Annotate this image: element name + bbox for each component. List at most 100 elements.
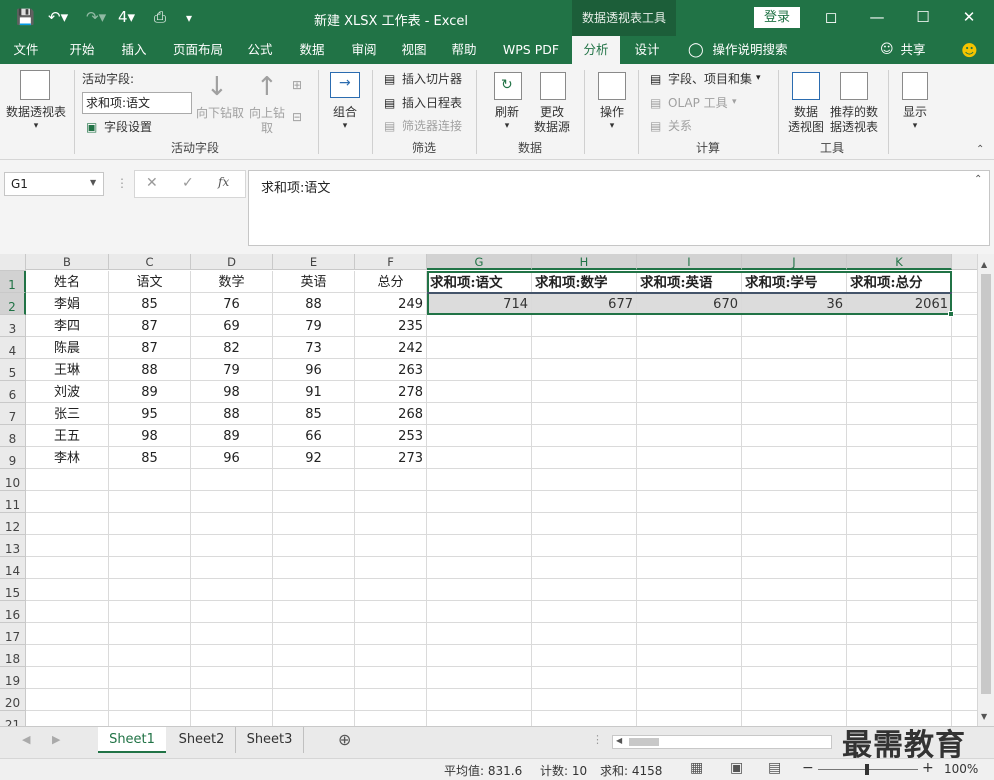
prev-sheet-icon[interactable]: ◀ bbox=[22, 733, 30, 746]
cell[interactable] bbox=[355, 579, 427, 601]
cell[interactable] bbox=[355, 711, 427, 726]
cell[interactable] bbox=[355, 667, 427, 689]
cell[interactable] bbox=[742, 579, 847, 601]
cell[interactable] bbox=[637, 315, 742, 337]
cell[interactable] bbox=[637, 689, 742, 711]
cell[interactable] bbox=[273, 469, 355, 491]
cell[interactable] bbox=[952, 447, 977, 469]
cell[interactable] bbox=[532, 667, 637, 689]
cell[interactable] bbox=[952, 645, 977, 667]
cell[interactable] bbox=[847, 469, 952, 491]
table-cell[interactable]: 87 bbox=[109, 315, 191, 337]
row-header-4[interactable]: 4 bbox=[0, 337, 26, 359]
chevron-down-icon[interactable]: ▾ bbox=[324, 119, 366, 134]
expand-field-icon[interactable]: ⊞ bbox=[292, 78, 302, 92]
table-cell[interactable]: 李四 bbox=[26, 315, 109, 337]
tell-me-search[interactable]: 操作说明搜索 bbox=[708, 36, 792, 64]
cell[interactable] bbox=[952, 579, 977, 601]
cell[interactable] bbox=[637, 667, 742, 689]
cell[interactable] bbox=[273, 689, 355, 711]
table-cell[interactable]: 253 bbox=[355, 425, 427, 447]
row-header-6[interactable]: 6 bbox=[0, 381, 26, 403]
cell[interactable] bbox=[273, 711, 355, 726]
formula-collapse-icon[interactable]: ⌃ bbox=[974, 174, 982, 185]
row-header-2[interactable]: 2 bbox=[0, 293, 26, 315]
table-cell[interactable]: 96 bbox=[273, 359, 355, 381]
cell[interactable] bbox=[637, 403, 742, 425]
cell[interactable] bbox=[532, 403, 637, 425]
fields-items-button[interactable]: 字段、项目和集 bbox=[668, 72, 752, 87]
sheet-tab-3[interactable]: Sheet3 bbox=[236, 727, 304, 753]
cell[interactable] bbox=[847, 403, 952, 425]
cell[interactable] bbox=[427, 623, 532, 645]
cell[interactable] bbox=[191, 601, 273, 623]
cell[interactable] bbox=[637, 337, 742, 359]
cell[interactable] bbox=[427, 667, 532, 689]
cell[interactable] bbox=[355, 513, 427, 535]
chevron-down-icon[interactable]: ▾ bbox=[894, 119, 936, 134]
table-cell[interactable]: 89 bbox=[109, 381, 191, 403]
cell[interactable] bbox=[742, 667, 847, 689]
table-cell[interactable]: 91 bbox=[273, 381, 355, 403]
page-layout-view-icon[interactable]: ▣ bbox=[730, 760, 743, 776]
pivot-value-cell[interactable]: 714 bbox=[427, 293, 532, 315]
cell[interactable] bbox=[952, 513, 977, 535]
row-header-12[interactable]: 12 bbox=[0, 513, 26, 535]
row-header-8[interactable]: 8 bbox=[0, 425, 26, 447]
cell[interactable] bbox=[26, 469, 109, 491]
tab-insert[interactable]: 插入 bbox=[112, 36, 156, 64]
cell[interactable] bbox=[742, 491, 847, 513]
cell[interactable] bbox=[532, 315, 637, 337]
row-header-19[interactable]: 19 bbox=[0, 667, 26, 689]
page-break-view-icon[interactable]: ▤ bbox=[768, 760, 781, 776]
cell[interactable] bbox=[532, 381, 637, 403]
cell[interactable] bbox=[637, 601, 742, 623]
table-cell[interactable]: 85 bbox=[109, 447, 191, 469]
cell[interactable] bbox=[532, 425, 637, 447]
row-header-14[interactable]: 14 bbox=[0, 557, 26, 579]
column-header-D[interactable]: D bbox=[191, 254, 273, 270]
cell[interactable] bbox=[847, 315, 952, 337]
tab-formulas[interactable]: 公式 bbox=[238, 36, 282, 64]
sheet-tab-1[interactable]: Sheet1 bbox=[98, 727, 166, 753]
cell[interactable] bbox=[191, 579, 273, 601]
undo-icon[interactable]: ↶▾ bbox=[48, 8, 68, 26]
cell[interactable] bbox=[532, 337, 637, 359]
cell[interactable] bbox=[427, 425, 532, 447]
drill-down-button[interactable]: 向下钻取 bbox=[194, 106, 246, 121]
pivot-chart-icon[interactable] bbox=[792, 72, 820, 100]
table-header-cell[interactable]: 姓名 bbox=[26, 271, 109, 293]
cell[interactable] bbox=[427, 513, 532, 535]
cell[interactable] bbox=[427, 711, 532, 726]
cell[interactable] bbox=[427, 469, 532, 491]
cell[interactable] bbox=[355, 689, 427, 711]
cell[interactable] bbox=[26, 491, 109, 513]
cell[interactable] bbox=[355, 645, 427, 667]
row-header-15[interactable]: 15 bbox=[0, 579, 26, 601]
cell[interactable] bbox=[109, 645, 191, 667]
cell[interactable] bbox=[355, 557, 427, 579]
cell[interactable] bbox=[273, 491, 355, 513]
cell[interactable] bbox=[26, 667, 109, 689]
column-header-B[interactable]: B bbox=[26, 254, 109, 270]
cell[interactable] bbox=[191, 623, 273, 645]
group-button[interactable]: 组合 bbox=[324, 105, 366, 120]
cell[interactable] bbox=[847, 359, 952, 381]
tab-wps-pdf[interactable]: WPS PDF bbox=[496, 36, 566, 64]
fx-icon[interactable]: fx bbox=[218, 175, 229, 189]
cell[interactable] bbox=[26, 689, 109, 711]
cell[interactable] bbox=[109, 601, 191, 623]
row-header-5[interactable]: 5 bbox=[0, 359, 26, 381]
collapse-ribbon-icon[interactable]: ⌃ bbox=[976, 144, 984, 155]
cell[interactable] bbox=[847, 337, 952, 359]
cell[interactable] bbox=[191, 557, 273, 579]
chevron-down-icon[interactable]: ▼ bbox=[90, 178, 96, 187]
zoom-out-icon[interactable]: − bbox=[802, 760, 814, 776]
cell[interactable] bbox=[191, 513, 273, 535]
pivot-chart-button[interactable]: 数据 bbox=[784, 105, 828, 120]
cell[interactable] bbox=[427, 557, 532, 579]
cell[interactable] bbox=[109, 623, 191, 645]
cell[interactable] bbox=[26, 513, 109, 535]
cell[interactable] bbox=[637, 469, 742, 491]
table-cell[interactable]: 95 bbox=[109, 403, 191, 425]
